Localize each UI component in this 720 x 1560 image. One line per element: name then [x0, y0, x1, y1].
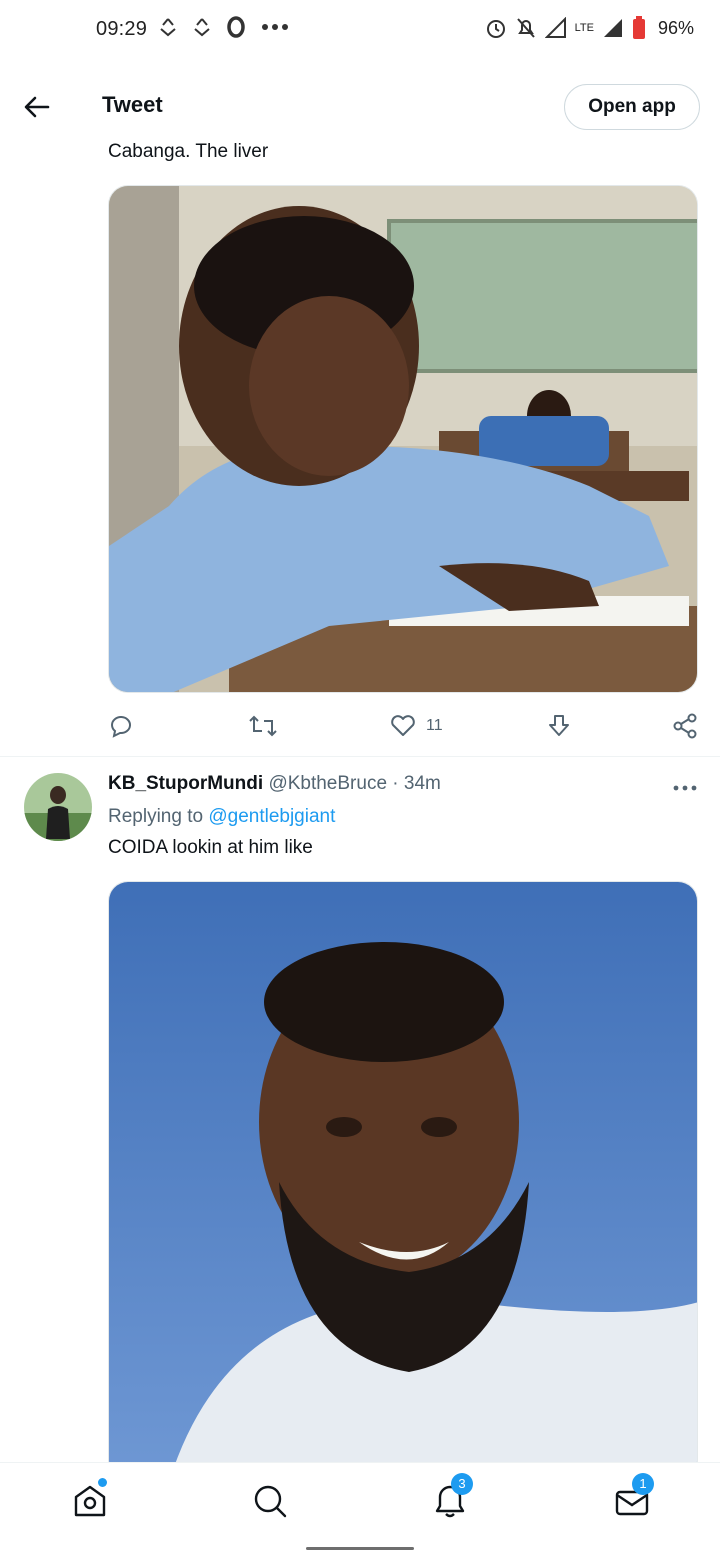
reply-icon [110, 716, 131, 738]
mute-icon [516, 18, 535, 38]
replying-prefix: Replying to [108, 806, 209, 827]
home-unread-dot [98, 1478, 107, 1487]
status-time: 09:29 [96, 18, 148, 40]
heart-icon [391, 715, 415, 736]
network-type: LTE [574, 22, 594, 34]
display-name[interactable]: KB_StuporMundi [108, 773, 263, 794]
nav-search[interactable] [250, 1481, 290, 1521]
retweet-button[interactable] [248, 712, 278, 740]
user-handle[interactable]: @KbtheBruce [268, 773, 387, 794]
retweet-icon [249, 715, 277, 737]
tweet-text: Cabanga. The liver [108, 141, 269, 162]
like-button[interactable]: 11 [390, 712, 443, 740]
more-dots-icon [262, 24, 288, 30]
more-options-icon[interactable] [672, 780, 698, 796]
status-bar: 09:29 LTE 96% [0, 0, 720, 60]
back-arrow-icon[interactable] [22, 92, 52, 122]
signal-icon [603, 19, 622, 37]
nav-messages[interactable]: 1 [612, 1473, 654, 1521]
man-photo [109, 882, 697, 1480]
status-right-icons: LTE 96% [485, 16, 694, 40]
opera-icon [227, 16, 245, 38]
avatar[interactable] [24, 773, 92, 841]
download-button[interactable] [546, 712, 572, 740]
nav-notifications[interactable]: 3 [430, 1473, 473, 1521]
battery-icon [632, 16, 645, 39]
classroom-photo [109, 186, 697, 692]
search-icon [254, 1485, 287, 1518]
battery-level: 96% [657, 17, 694, 38]
replying-to: Replying to @gentlebjgiant [108, 806, 335, 828]
reply-button[interactable] [108, 712, 134, 740]
sync-icon [160, 18, 176, 37]
avatar-photo [24, 773, 92, 841]
page-title: Tweet [102, 92, 163, 117]
alarm-icon [486, 20, 505, 38]
download-icon [549, 715, 569, 736]
home-icon [74, 1485, 106, 1517]
sync-icon [194, 18, 210, 37]
messages-badge: 1 [632, 1473, 654, 1495]
tweet-header: KB_StuporMundi @KbtheBruce · 34m [108, 773, 441, 795]
share-icon [673, 713, 697, 739]
like-count: 11 [426, 717, 443, 734]
nav-home[interactable] [70, 1478, 110, 1521]
tweet-image[interactable] [108, 185, 698, 693]
status-left-icons [158, 16, 290, 38]
notifications-badge: 3 [451, 1473, 473, 1495]
tweet-image[interactable] [108, 881, 698, 1481]
bottom-navigation: 3 1 [0, 1462, 720, 1538]
open-app-button[interactable]: Open app [564, 84, 700, 130]
gesture-bar [306, 1547, 414, 1550]
tweet-text: COIDA lookin at him like [108, 837, 313, 858]
tweet-divider [0, 756, 720, 757]
meta-separator: · [387, 773, 404, 794]
top-app-bar: Tweet Open app [0, 68, 720, 144]
tweet-actions: 11 [108, 706, 708, 746]
share-button[interactable] [672, 712, 698, 740]
signal-icon [544, 17, 566, 38]
mention-link[interactable]: @gentlebjgiant [208, 806, 335, 827]
tweet-time[interactable]: 34m [404, 773, 441, 794]
